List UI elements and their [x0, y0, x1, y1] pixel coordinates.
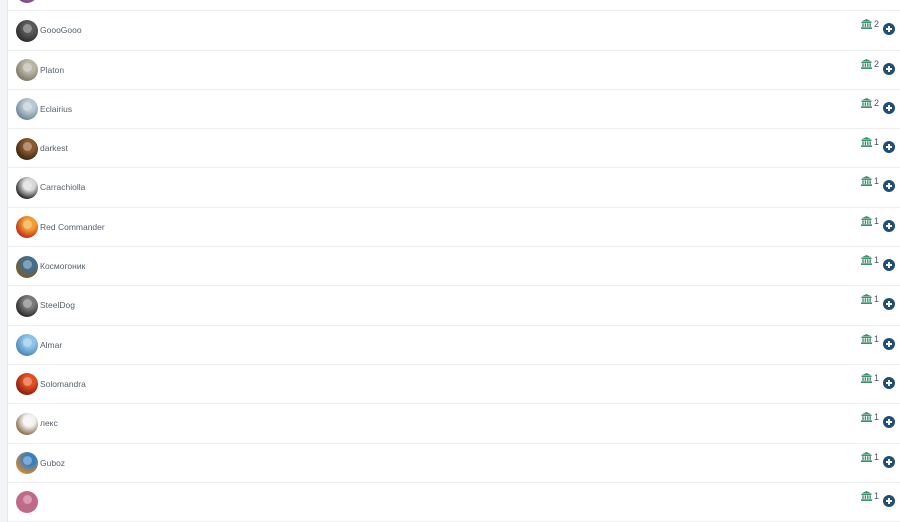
institution-icon: [860, 137, 872, 148]
username-link[interactable]: Carrachiolla: [40, 168, 85, 207]
plus-circle-icon[interactable]: [883, 376, 895, 389]
count-badge: 1: [860, 215, 879, 228]
avatar[interactable]: [16, 0, 38, 3]
avatar[interactable]: [16, 98, 38, 121]
list-item: лекс 1: [8, 404, 900, 444]
institution-icon: [860, 176, 872, 187]
count-badge: 1: [860, 490, 879, 503]
count-badge: 2: [860, 58, 879, 71]
count-value: 1: [873, 333, 879, 344]
count-value: 1: [873, 294, 879, 305]
count-value: 1: [873, 176, 879, 187]
username-link[interactable]: Almar: [40, 326, 62, 365]
list-item: darkest 1: [8, 129, 900, 169]
avatar[interactable]: [16, 412, 38, 435]
list-item: Guboz 1: [8, 444, 900, 483]
list-item: Red Commander 1: [8, 208, 900, 248]
username-link[interactable]: Red Commander: [40, 208, 105, 247]
username-link[interactable]: SteelDog: [40, 286, 75, 325]
count-value: 1: [873, 490, 879, 501]
count-badge: 2: [860, 19, 879, 31]
username-link[interactable]: darkest: [40, 129, 68, 168]
list-item: SteelDog 1: [8, 286, 900, 326]
count-badge: 1: [860, 294, 879, 306]
list-item: Космогоник 1: [8, 247, 900, 287]
count-value: 1: [873, 451, 879, 462]
avatar[interactable]: [16, 59, 38, 82]
institution-icon: [860, 255, 872, 266]
count-value: 1: [873, 137, 879, 148]
list-item: GoooGooo 2: [8, 11, 900, 51]
username-link[interactable]: Platon: [40, 51, 64, 90]
avatar[interactable]: [16, 137, 38, 160]
avatar[interactable]: [16, 216, 38, 239]
plus-circle-icon[interactable]: [883, 180, 895, 193]
count-value: 1: [873, 255, 879, 266]
username-link[interactable]: Eclairius: [40, 90, 72, 129]
plus-circle-icon[interactable]: [883, 455, 895, 468]
count-badge: 2: [860, 97, 879, 110]
list-item: Solomandra 1: [8, 365, 900, 405]
plus-circle-icon[interactable]: [883, 141, 895, 154]
list-item: 1: [8, 483, 900, 522]
count-value: 2: [873, 58, 879, 69]
plus-circle-icon[interactable]: [883, 416, 895, 429]
institution-icon: [860, 333, 872, 344]
avatar[interactable]: [16, 452, 38, 475]
username-link[interactable]: Космогоник: [40, 247, 85, 286]
avatar[interactable]: [16, 255, 38, 278]
username-link[interactable]: Solomandra: [40, 365, 86, 404]
count-value: 1: [873, 412, 879, 423]
count-value: 2: [873, 19, 879, 30]
avatar[interactable]: [16, 491, 38, 514]
institution-icon: [860, 58, 872, 69]
username-link[interactable]: GoooGooo: [40, 11, 82, 50]
list-item: Platon 2: [8, 51, 900, 90]
count-badge: 1: [860, 333, 879, 346]
plus-circle-icon[interactable]: [883, 337, 895, 350]
institution-icon: [860, 97, 872, 108]
list-item: Eclairius 2: [8, 90, 900, 130]
username-link[interactable]: Guboz: [40, 444, 65, 483]
count-value: 1: [873, 372, 879, 383]
count-badge: 1: [860, 372, 879, 385]
plus-circle-icon[interactable]: [883, 62, 895, 75]
avatar[interactable]: [16, 176, 38, 199]
list-item: Carrachiolla 1: [8, 168, 900, 208]
plus-circle-icon[interactable]: [883, 23, 895, 36]
count-value: 2: [873, 97, 879, 108]
count-value: 1: [873, 215, 879, 226]
count-badge: 1: [860, 412, 879, 424]
plus-circle-icon[interactable]: [883, 101, 895, 114]
avatar[interactable]: [16, 373, 38, 396]
plus-circle-icon[interactable]: [883, 298, 895, 311]
institution-icon: [860, 19, 872, 30]
user-list: GoooGooo 2 Platon 2 Eclairius 2 darkest 1 Carrac…: [7, 0, 900, 522]
count-badge: 1: [860, 451, 879, 464]
avatar[interactable]: [16, 294, 38, 317]
count-badge: 1: [860, 176, 879, 188]
list-item: [8, 0, 900, 12]
institution-icon: [860, 215, 872, 226]
institution-icon: [860, 294, 872, 305]
plus-circle-icon[interactable]: [883, 219, 895, 232]
count-badge: 1: [860, 137, 879, 149]
username-link[interactable]: лекс: [40, 404, 58, 443]
institution-icon: [860, 412, 872, 423]
avatar[interactable]: [16, 19, 38, 42]
avatar[interactable]: [16, 334, 38, 357]
list-item: Almar 1: [8, 326, 900, 365]
plus-circle-icon[interactable]: [883, 259, 895, 272]
institution-icon: [860, 372, 872, 383]
count-badge: 1: [860, 255, 879, 267]
institution-icon: [860, 490, 872, 501]
institution-icon: [860, 451, 872, 462]
